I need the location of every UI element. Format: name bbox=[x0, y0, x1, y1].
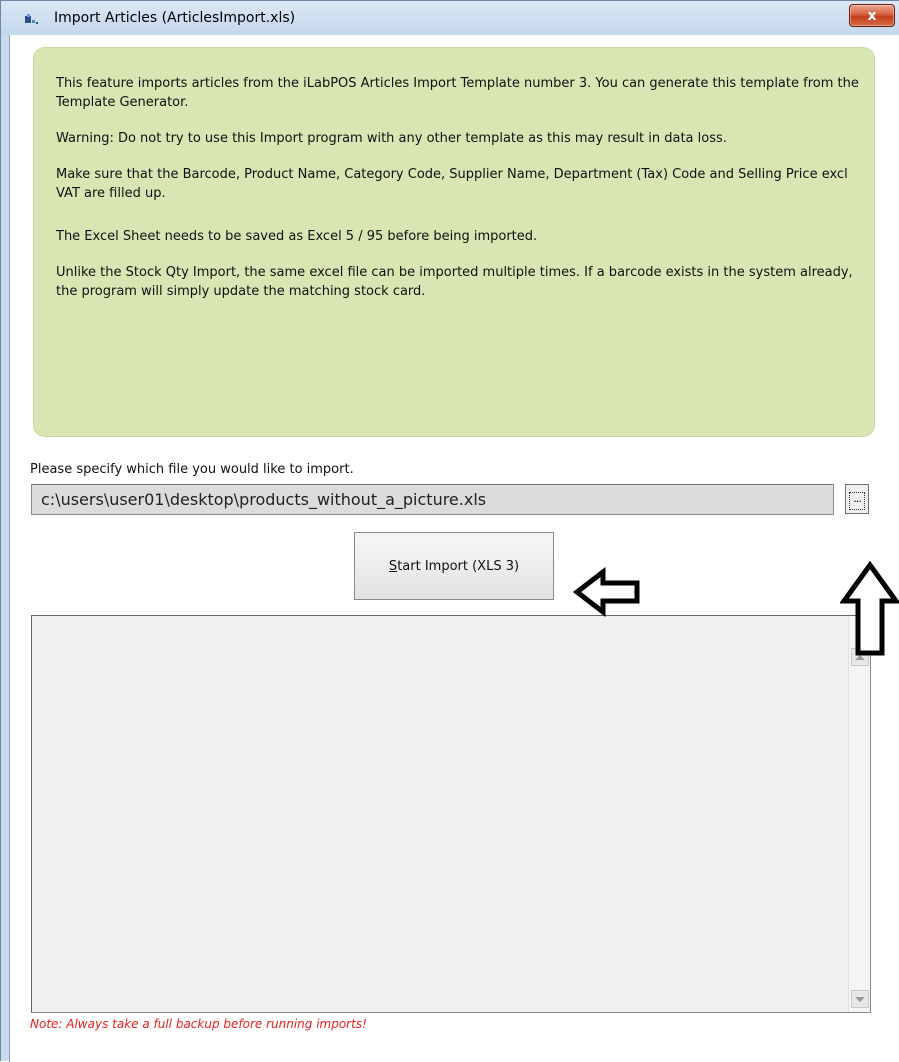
file-label: Please specify which file you would like… bbox=[30, 462, 354, 477]
info-paragraph-warning: Warning: Do not try to use this Import p… bbox=[56, 131, 727, 146]
start-import-mnemonic: S bbox=[388, 558, 398, 574]
info-paragraph-template: This feature imports articles from the i… bbox=[56, 76, 859, 110]
ellipsis-icon: ... bbox=[849, 492, 865, 510]
up-arrow-annotation-icon bbox=[840, 561, 899, 656]
title-bar[interactable]: Import Articles (ArticlesImport.xls) x bbox=[1, 1, 899, 35]
window-title: Import Articles (ArticlesImport.xls) bbox=[54, 10, 296, 26]
info-paragraph-multiple-imports: Unlike the Stock Qty Import, the same ex… bbox=[56, 265, 853, 299]
close-button[interactable]: x bbox=[849, 4, 895, 27]
info-panel: This feature imports articles from the i… bbox=[33, 47, 875, 437]
scroll-down-arrow-icon bbox=[855, 996, 865, 1002]
backup-note: Note: Always take a full backup before r… bbox=[30, 1017, 367, 1031]
info-paragraph-excel-format: The Excel Sheet needs to be saved as Exc… bbox=[56, 229, 538, 244]
browse-button[interactable]: ... bbox=[845, 484, 869, 514]
import-articles-window: Import Articles (ArticlesImport.xls) x T… bbox=[0, 0, 899, 1062]
scroll-down-button[interactable] bbox=[851, 990, 869, 1008]
close-icon: x bbox=[867, 7, 877, 24]
start-import-label: tart Import (XLS 3) bbox=[397, 558, 520, 574]
app-icon bbox=[25, 14, 38, 24]
log-scrollbar[interactable] bbox=[848, 616, 870, 1012]
left-arrow-annotation-icon bbox=[573, 567, 640, 617]
info-paragraph-required-fields: Make sure that the Barcode, Product Name… bbox=[56, 167, 848, 201]
import-log-area[interactable] bbox=[31, 615, 871, 1013]
file-path-input[interactable]: c:\users\user01\desktop\products_without… bbox=[31, 484, 834, 515]
start-import-button[interactable]: Start Import (XLS 3) bbox=[354, 532, 554, 600]
